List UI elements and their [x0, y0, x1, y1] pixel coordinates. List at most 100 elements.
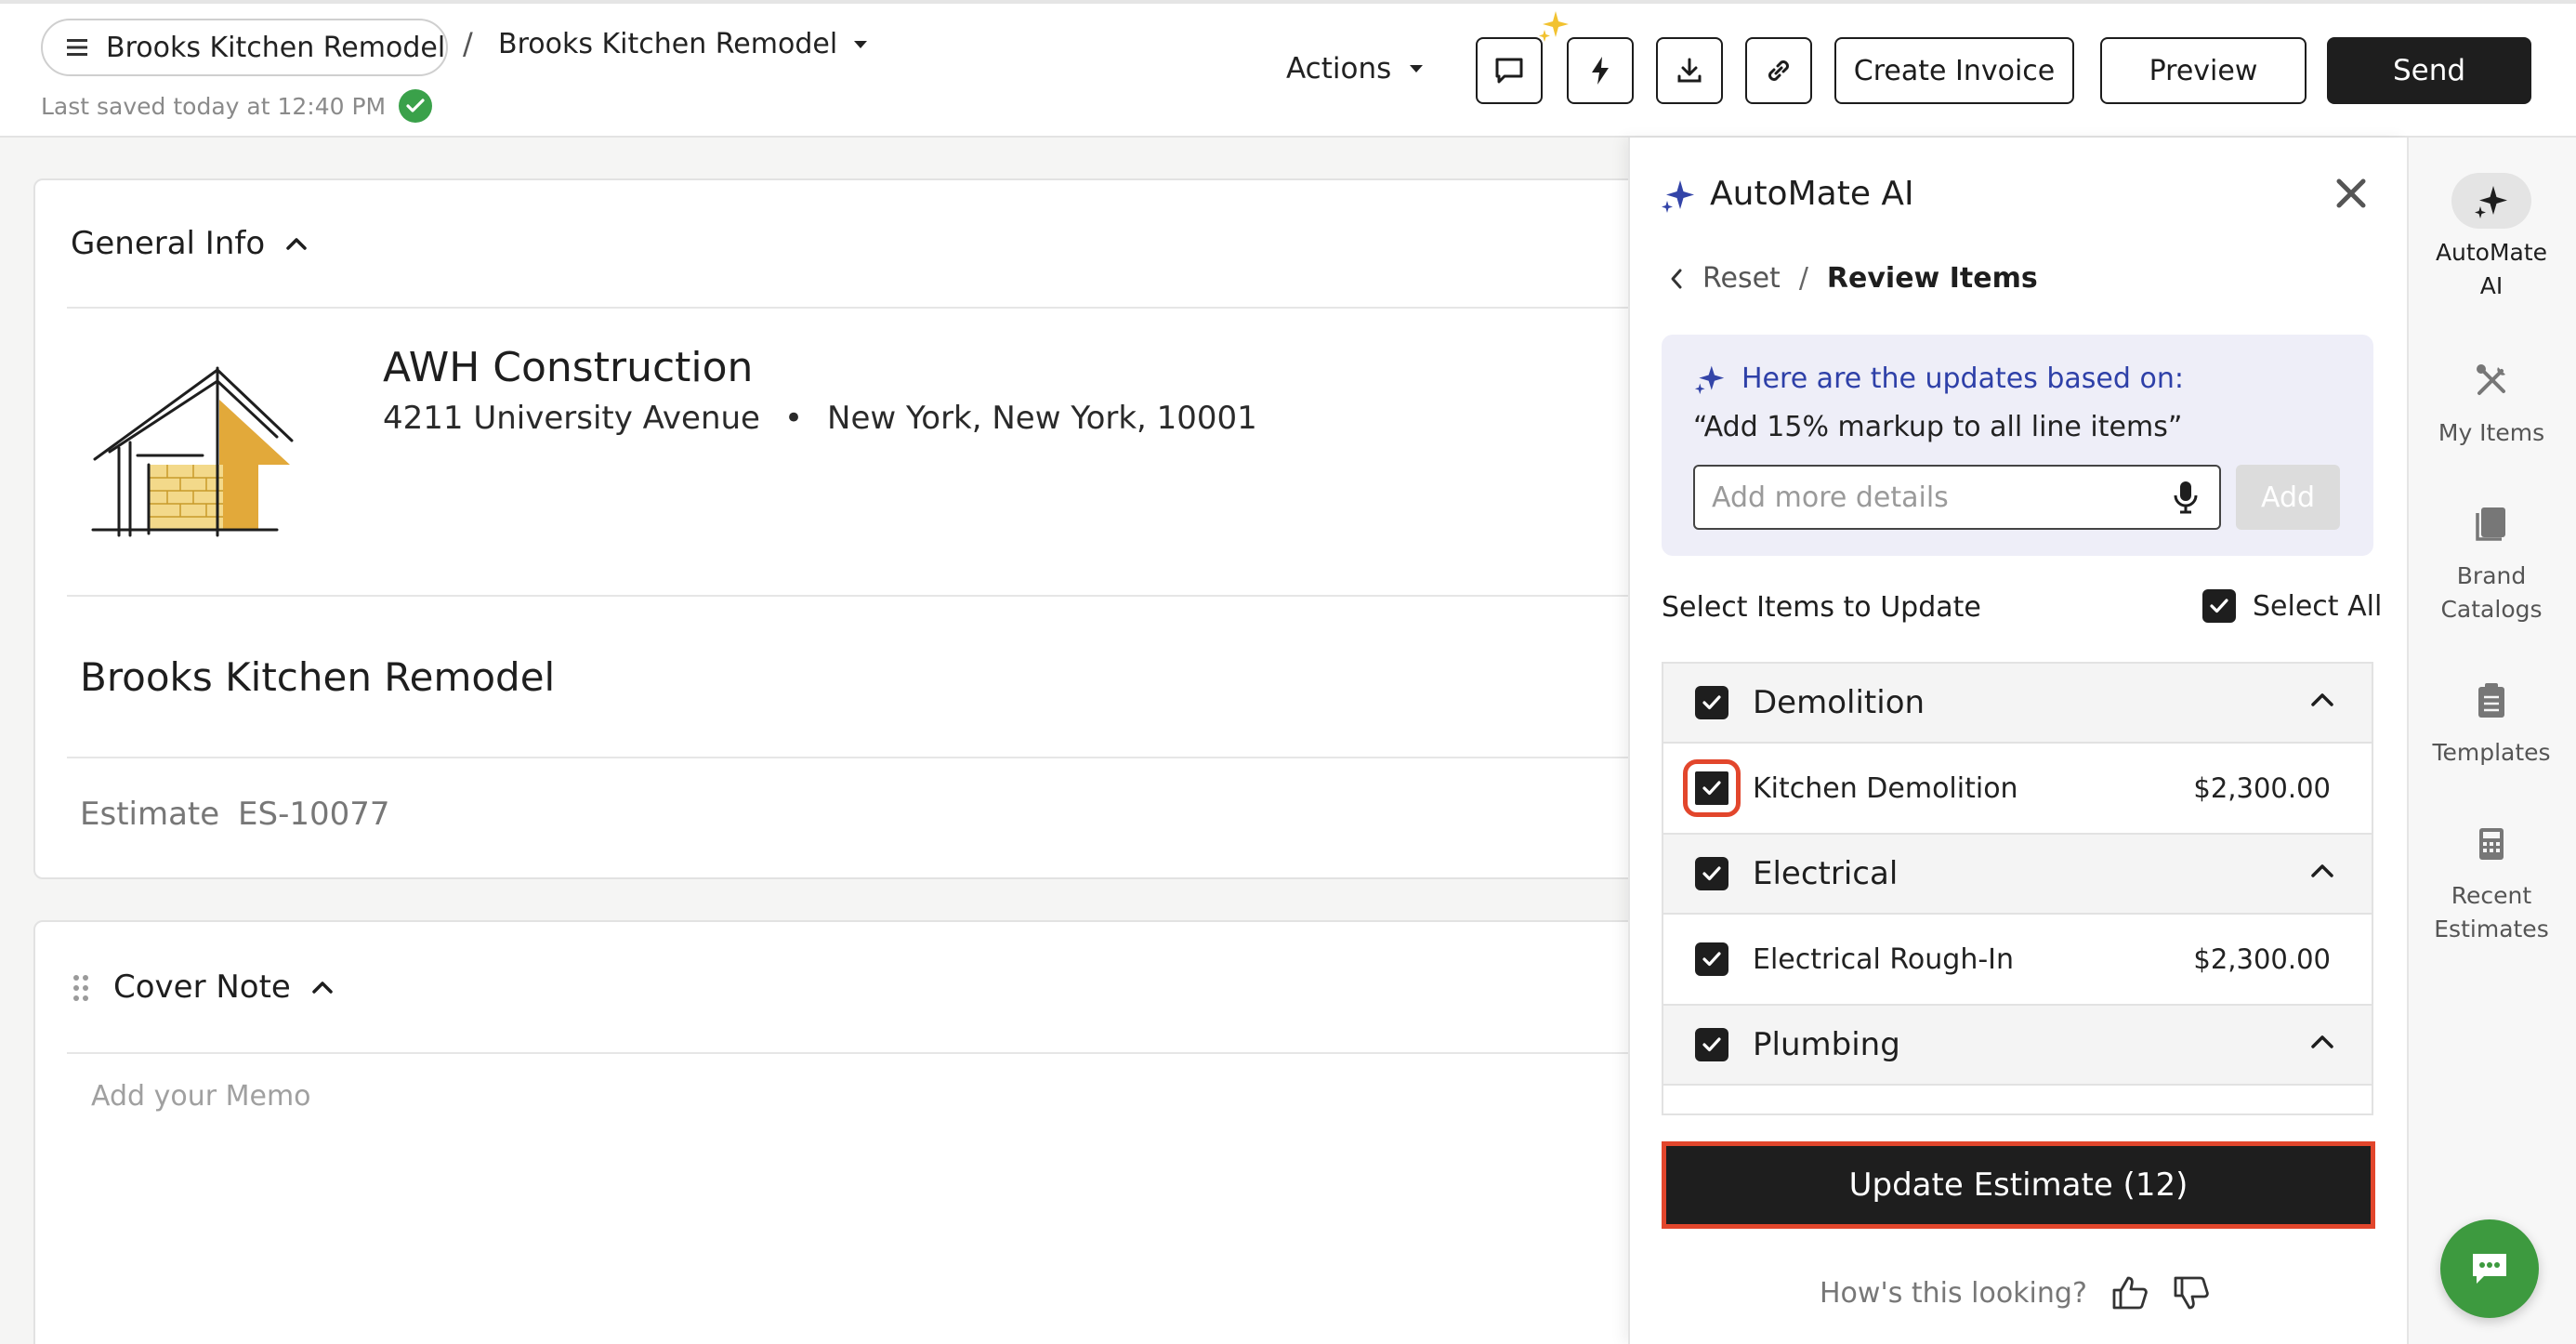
sidebar-item-my-items[interactable]: My Items: [2407, 353, 2576, 450]
tools-icon: [2451, 353, 2531, 409]
ai-sparkle-icon: [1693, 363, 1727, 395]
chat-icon: [2469, 1250, 2510, 1287]
list-item[interactable]: Kitchen Demolition $2,300.00: [1663, 744, 2372, 835]
group-header-plumbing[interactable]: Plumbing: [1663, 1006, 2372, 1086]
project-title[interactable]: Brooks Kitchen Remodel: [80, 654, 555, 700]
chevron-up-icon: [311, 980, 334, 995]
actions-label: Actions: [1286, 52, 1392, 86]
microphone-icon[interactable]: [2173, 480, 2199, 515]
sidebar-label: Templates: [2432, 739, 2551, 766]
updates-heading-text: Here are the updates based on:: [1741, 362, 2184, 395]
download-icon: [1676, 57, 1703, 85]
ai-panel-title: AutoMate AI: [1710, 175, 1914, 213]
memo-field[interactable]: Add your Memo: [91, 1080, 311, 1113]
item-price: $2,300.00: [2193, 943, 2331, 975]
project-menu-pill[interactable]: Brooks Kitchen Remodel: [41, 19, 448, 76]
sidebar-item-automate-ai[interactable]: AutoMate AI: [2407, 173, 2576, 303]
sidebar-item-brand-catalogs[interactable]: Brand Catalogs: [2407, 496, 2576, 626]
group-checkbox[interactable]: [1695, 1028, 1728, 1061]
group-name: Plumbing: [1753, 1026, 1900, 1063]
download-button[interactable]: [1656, 37, 1723, 104]
group-checkbox[interactable]: [1695, 857, 1728, 890]
item-price: $2,300.00: [2193, 772, 2331, 804]
cover-note-header[interactable]: Cover Note: [113, 968, 334, 1006]
ai-sparkle-icon: [1660, 177, 1697, 214]
chevron-up-icon[interactable]: [2310, 692, 2334, 708]
sidebar-label: Catalogs: [2440, 596, 2543, 623]
divider: [67, 595, 1650, 597]
divider: [67, 1052, 1650, 1054]
prompt-quote: “Add 15% markup to all line items”: [1693, 411, 2183, 443]
create-invoice-button[interactable]: Create Invoice: [1834, 37, 2074, 104]
automation-button[interactable]: [1567, 37, 1634, 104]
breadcrumb-project-label: Brooks Kitchen Remodel: [498, 28, 838, 60]
divider: [67, 757, 1650, 758]
general-info-header[interactable]: General Info: [71, 225, 308, 262]
actions-dropdown[interactable]: Actions: [1286, 52, 1425, 86]
select-items-label: Select Items to Update: [1662, 591, 1981, 624]
divider: [67, 307, 1650, 309]
select-all-checkbox[interactable]: [2202, 589, 2236, 623]
reset-link[interactable]: Reset: [1702, 262, 1781, 295]
item-name: Electrical Rough-In: [1753, 942, 2015, 976]
group-header-electrical[interactable]: Electrical: [1663, 835, 2372, 915]
thumbs-up-icon[interactable]: [2111, 1275, 2149, 1311]
save-status: Last saved today at 12:40 PM: [41, 89, 433, 123]
update-estimate-label: Update Estimate (12): [1848, 1166, 2188, 1204]
address-bullet: •: [783, 400, 804, 437]
line-items-list: Demolition Kitchen Demolition $2,300.00 …: [1662, 662, 2373, 1115]
group-header-demolition[interactable]: Demolition: [1663, 664, 2372, 744]
feedback-label: How's this looking?: [1820, 1276, 2087, 1310]
ai-sparkle-icon: [2451, 173, 2531, 229]
close-button[interactable]: [2334, 177, 2368, 210]
list-item[interactable]: Electrical Rough-In $2,300.00: [1663, 915, 2372, 1006]
clipboard-icon: [2451, 673, 2531, 729]
link-icon: [1765, 57, 1793, 85]
chevron-left-icon[interactable]: [1669, 268, 1684, 290]
thumbs-down-icon[interactable]: [2173, 1275, 2210, 1311]
add-details-input[interactable]: [1693, 465, 2221, 530]
close-icon: [2334, 177, 2368, 210]
updates-heading: Here are the updates based on:: [1693, 362, 2184, 395]
project-pill-label: Brooks Kitchen Remodel: [106, 31, 446, 64]
group-name: Electrical: [1753, 855, 1899, 892]
group-name: Demolition: [1753, 684, 1925, 721]
sidebar-label: Recent: [2451, 882, 2532, 909]
lightning-icon: [1590, 56, 1610, 86]
sidebar-item-recent-estimates[interactable]: Recent Estimates: [2407, 816, 2576, 946]
sidebar-label: My Items: [2438, 419, 2545, 446]
hamburger-icon: [67, 39, 87, 56]
update-estimate-button[interactable]: Update Estimate (12): [1662, 1141, 2375, 1229]
caret-down-icon: [1408, 63, 1425, 74]
add-details-button[interactable]: Add: [2236, 465, 2340, 530]
chat-button[interactable]: [2440, 1219, 2539, 1318]
group-checkbox[interactable]: [1695, 686, 1728, 719]
saved-check-icon: [399, 89, 433, 123]
item-checkbox[interactable]: [1683, 759, 1741, 817]
company-address: 4211 University Avenue • New York, New Y…: [383, 400, 1257, 437]
select-all-toggle[interactable]: Select All: [2202, 589, 2382, 623]
list-item: [1663, 1086, 2372, 1113]
item-checkbox[interactable]: [1695, 942, 1728, 976]
sidebar-item-templates[interactable]: Templates: [2407, 673, 2576, 770]
copy-link-button[interactable]: [1745, 37, 1812, 104]
feedback-row: How's this looking?: [1820, 1275, 2210, 1311]
cover-note-title: Cover Note: [113, 968, 291, 1006]
calculator-icon: [2451, 816, 2531, 872]
company-logo: [91, 362, 307, 539]
sidebar-label: AutoMate: [2435, 239, 2548, 266]
company-name: AWH Construction: [383, 344, 754, 391]
comment-button[interactable]: [1476, 37, 1543, 104]
breadcrumb-project-dropdown[interactable]: Brooks Kitchen Remodel: [498, 28, 869, 60]
sidebar-label: AI: [2479, 272, 2504, 299]
drag-handle-icon[interactable]: [72, 974, 89, 1002]
chevron-up-icon[interactable]: [2310, 1034, 2334, 1050]
estimate-label: Estimate: [80, 796, 220, 833]
preview-button[interactable]: Preview: [2100, 37, 2307, 104]
caret-down-icon: [852, 39, 869, 50]
chevron-up-icon[interactable]: [2310, 863, 2334, 879]
breadcrumb-separator: /: [463, 26, 473, 61]
sidebar-label: Estimates: [2434, 916, 2549, 942]
address-street: 4211 University Avenue: [383, 400, 760, 437]
send-button[interactable]: Send: [2327, 37, 2531, 104]
